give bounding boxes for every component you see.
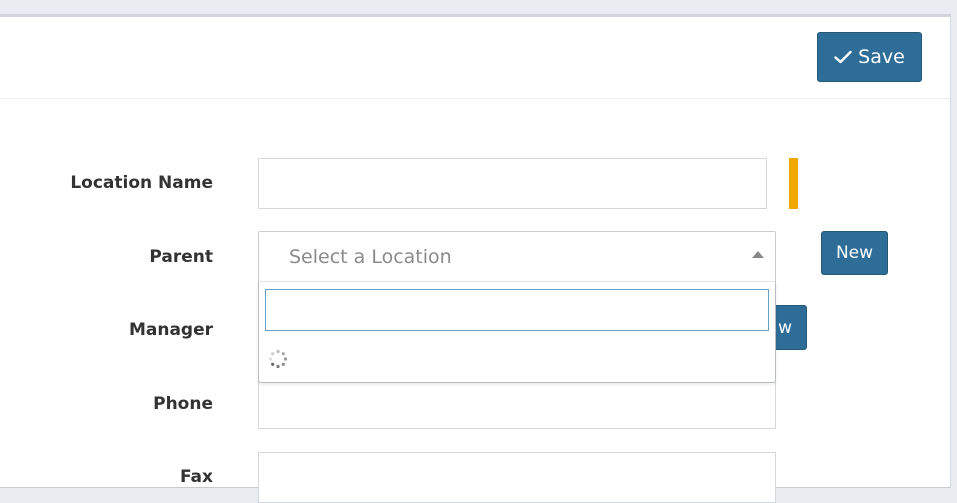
parent-dropdown xyxy=(258,281,776,383)
location-name-label: Location Name xyxy=(70,173,213,193)
phone-label: Phone xyxy=(153,394,213,414)
parent-select-placeholder: Select a Location xyxy=(289,246,452,268)
parent-dropdown-search-input[interactable] xyxy=(265,289,769,331)
manager-label: Manager xyxy=(128,320,213,340)
fax-label: Fax xyxy=(179,467,213,487)
card-header: Save xyxy=(0,17,950,99)
check-icon xyxy=(834,50,852,64)
save-button[interactable]: Save xyxy=(817,32,922,82)
manager-new-button-label: w xyxy=(778,317,792,338)
fax-input[interactable] xyxy=(258,452,776,503)
required-indicator xyxy=(789,158,798,209)
phone-input[interactable] xyxy=(258,378,776,429)
parent-new-button-label: New xyxy=(835,243,874,263)
location-name-input[interactable] xyxy=(258,158,767,209)
caret-up-icon[interactable] xyxy=(752,251,764,258)
parent-label: Parent xyxy=(149,247,213,267)
spinner-icon xyxy=(268,349,288,369)
parent-select[interactable]: Select a Location xyxy=(258,231,776,283)
parent-new-button[interactable]: New xyxy=(821,231,888,275)
save-button-label: Save xyxy=(858,46,905,68)
